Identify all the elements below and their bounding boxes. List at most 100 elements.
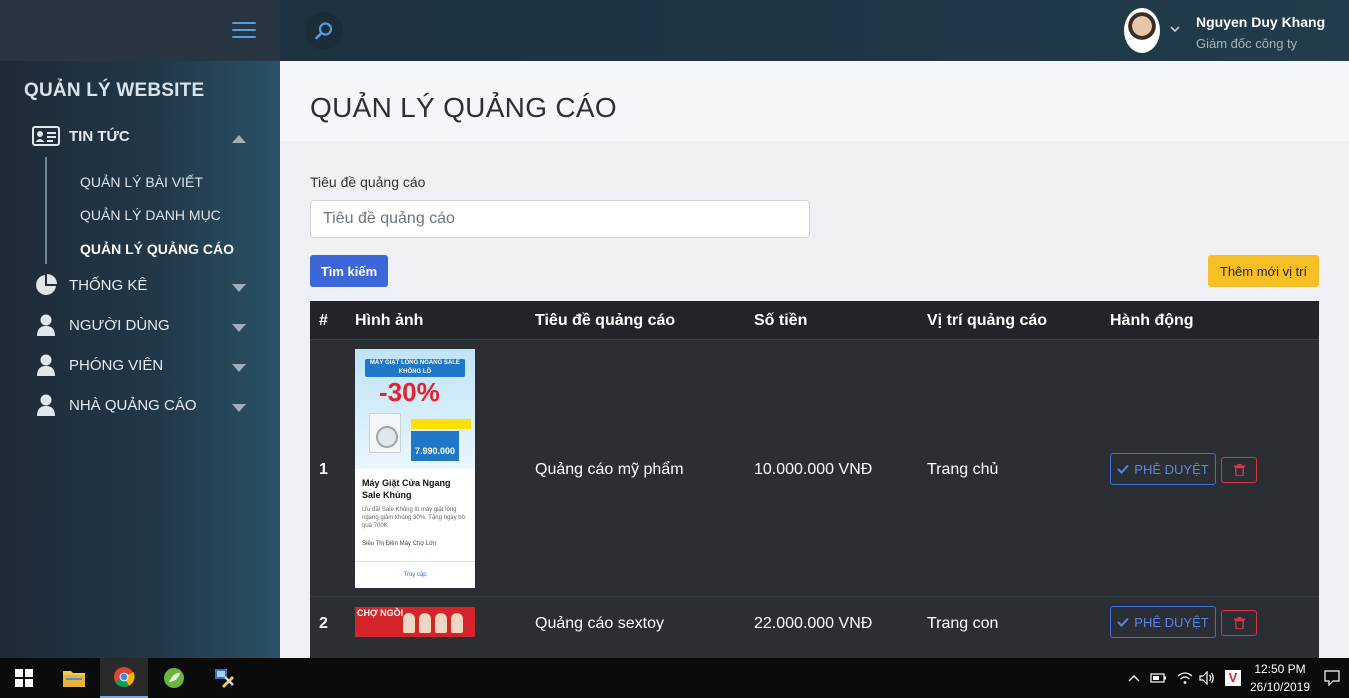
sidebar-item-nha-quang-cao[interactable]: NHÀ QUẢNG CÁO	[0, 387, 280, 423]
hamburger-menu-icon[interactable]	[232, 22, 256, 40]
trash-icon	[1233, 617, 1245, 629]
file-explorer-icon[interactable]	[50, 658, 98, 698]
user-role: Giám đốc công ty	[1196, 36, 1298, 51]
delete-button[interactable]	[1221, 610, 1257, 636]
caret-down-icon	[231, 320, 247, 332]
clock-time[interactable]: 12:50 PM	[1252, 662, 1308, 676]
battery-icon[interactable]	[1148, 658, 1170, 698]
add-position-button[interactable]: Thêm mới vị trí	[1208, 255, 1319, 287]
table-row: 2 CHỢ NGỒI Quảng cáo sextoy 22.000.000 V…	[310, 597, 1319, 658]
approve-label: PHÊ DUYỆT	[1134, 614, 1209, 630]
amount-cell: 10.000.000 VNĐ	[754, 461, 873, 478]
sidebar-subitem-quang-cao[interactable]: QUẢN LÝ QUẢNG CÁO	[80, 241, 234, 257]
page-header: QUẢN LÝ QUẢNG CÁO	[280, 61, 1349, 141]
ad-tag	[411, 419, 471, 429]
sidebar-item-label: NGƯỜI DÙNG	[69, 316, 170, 334]
submenu-line	[45, 157, 47, 264]
sidebar-item-phong-vien[interactable]: PHÓNG VIÊN	[0, 347, 280, 383]
pie-chart-icon	[32, 273, 60, 297]
sidebar-item-thong-ke[interactable]: THỐNG KÊ	[0, 267, 280, 303]
ads-table: # Hình ảnh Tiêu đề quảng cáo Số tiền Vị …	[310, 301, 1319, 658]
ad2-person	[419, 613, 431, 633]
approve-label: PHÊ DUYỆT	[1134, 461, 1209, 477]
ad2-person	[435, 613, 447, 633]
sidebar: QUẢN LÝ WEBSITE TIN TỨC QUẢN LÝ BÀI VIẾT…	[0, 61, 280, 658]
top-bar-brand-area	[0, 0, 280, 61]
ad-shop: Siêu Thị Điện Máy Chợ Lớn	[362, 541, 437, 547]
column-header: Tiêu đề quảng cáo	[535, 312, 676, 329]
spring-tool-icon[interactable]	[150, 658, 198, 698]
ad-image: MÁY GIẶT LỒNG NGANG SALE KHỔNG LỒ -30% 7…	[355, 349, 475, 588]
sidebar-subitem-bai-viet[interactable]: QUẢN LÝ BÀI VIẾT	[80, 174, 203, 190]
ad-image: CHỢ NGỒI	[355, 607, 475, 637]
ad2-person	[403, 613, 415, 633]
sidebar-item-nguoi-dung[interactable]: NGƯỜI DÙNG	[0, 307, 280, 343]
caret-down-icon	[231, 280, 247, 292]
notification-icon[interactable]	[1318, 658, 1346, 698]
clock-date[interactable]: 26/10/2019	[1248, 680, 1312, 694]
table-row: 1 MÁY GIẶT LỒNG NGANG SALE KHỔNG LỒ -30%…	[310, 341, 1319, 597]
ad-banner: MÁY GIẶT LỒNG NGANG SALE KHỔNG LỒ -30% 7…	[355, 349, 475, 469]
sidebar-brand: QUẢN LÝ WEBSITE	[24, 80, 205, 101]
position-cell: Trang chủ	[927, 461, 999, 478]
chevron-down-icon[interactable]	[1170, 22, 1180, 36]
user-icon	[32, 353, 60, 377]
row-number: 2	[319, 615, 328, 632]
page-title: QUẢN LÝ QUẢNG CÁO	[310, 92, 617, 123]
search-input[interactable]	[310, 200, 810, 238]
amount-cell: 22.000.000 VNĐ	[754, 615, 873, 632]
sidebar-item-label: TIN TỨC	[69, 127, 130, 145]
ad2-text: CHỢ NGỒI	[357, 608, 404, 618]
sidebar-subitem-danh-muc[interactable]: QUẢN LÝ DANH MỤC	[80, 207, 221, 223]
tray-app-letter: V	[1225, 670, 1241, 686]
row-number: 1	[319, 461, 328, 478]
ad-title: Máy Giặt Cửa Ngang Sale Khủng	[362, 478, 451, 500]
column-header: Vị trí quảng cáo	[927, 312, 1048, 329]
check-icon	[1117, 617, 1130, 627]
ad-cta: Truy cập	[355, 561, 475, 588]
caret-up-icon	[231, 131, 247, 143]
caret-down-icon	[231, 400, 247, 412]
sidebar-item-label: PHÓNG VIÊN	[69, 356, 164, 374]
washing-machine-icon	[369, 413, 401, 453]
column-header: Số tiền	[754, 312, 808, 329]
sidebar-item-tin-tuc[interactable]: TIN TỨC	[0, 118, 280, 154]
ad2-person	[451, 613, 463, 633]
check-icon	[1117, 464, 1130, 474]
approve-button[interactable]: PHÊ DUYỆT	[1110, 453, 1216, 485]
trash-icon	[1233, 464, 1245, 476]
ad-price: 7.990.000	[411, 431, 459, 461]
table-header: # Hình ảnh Tiêu đề quảng cáo Số tiền Vị …	[310, 301, 1319, 340]
ad-headline: MÁY GIẶT LỒNG NGANG SALE KHỔNG LỒ	[365, 359, 465, 377]
user-name[interactable]: Nguyen Duy Khang	[1196, 14, 1325, 30]
column-header: Hành động	[1110, 312, 1194, 329]
vietkey-tray-icon[interactable]: V	[1222, 658, 1244, 698]
taskbar: V 12:50 PM 26/10/2019	[0, 658, 1349, 698]
chrome-icon[interactable]	[100, 658, 148, 698]
search-label: Tiêu đề quảng cáo	[310, 174, 426, 190]
user-icon	[32, 393, 60, 417]
wifi-icon[interactable]	[1174, 658, 1196, 698]
ad-title-cell: Quảng cáo mỹ phẩm	[535, 461, 684, 478]
column-header: #	[319, 312, 328, 329]
windows-start-icon[interactable]	[0, 658, 48, 698]
ad-desc: Ưu đãi Sale Khủng lồ máy giặt lồng ngang…	[362, 507, 465, 529]
chevron-up-icon[interactable]	[1124, 658, 1144, 698]
ad-title-cell: Quảng cáo sextoy	[535, 615, 664, 632]
search-button[interactable]: Tìm kiếm	[310, 255, 388, 287]
top-bar: Nguyen Duy Khang Giám đốc công ty	[0, 0, 1349, 61]
user-icon	[32, 313, 60, 337]
tools-app-icon[interactable]	[200, 658, 248, 698]
approve-button[interactable]: PHÊ DUYỆT	[1110, 606, 1216, 638]
search-icon[interactable]	[305, 12, 343, 50]
position-cell: Trang con	[927, 615, 999, 632]
sidebar-item-label: THỐNG KÊ	[69, 276, 148, 294]
volume-icon[interactable]	[1196, 658, 1218, 698]
delete-button[interactable]	[1221, 457, 1257, 483]
ad-discount: -30%	[379, 377, 440, 407]
column-header: Hình ảnh	[355, 312, 424, 329]
sidebar-item-label: NHÀ QUẢNG CÁO	[69, 396, 197, 414]
caret-down-icon	[231, 360, 247, 372]
avatar[interactable]	[1124, 8, 1160, 53]
id-card-icon	[32, 124, 60, 148]
